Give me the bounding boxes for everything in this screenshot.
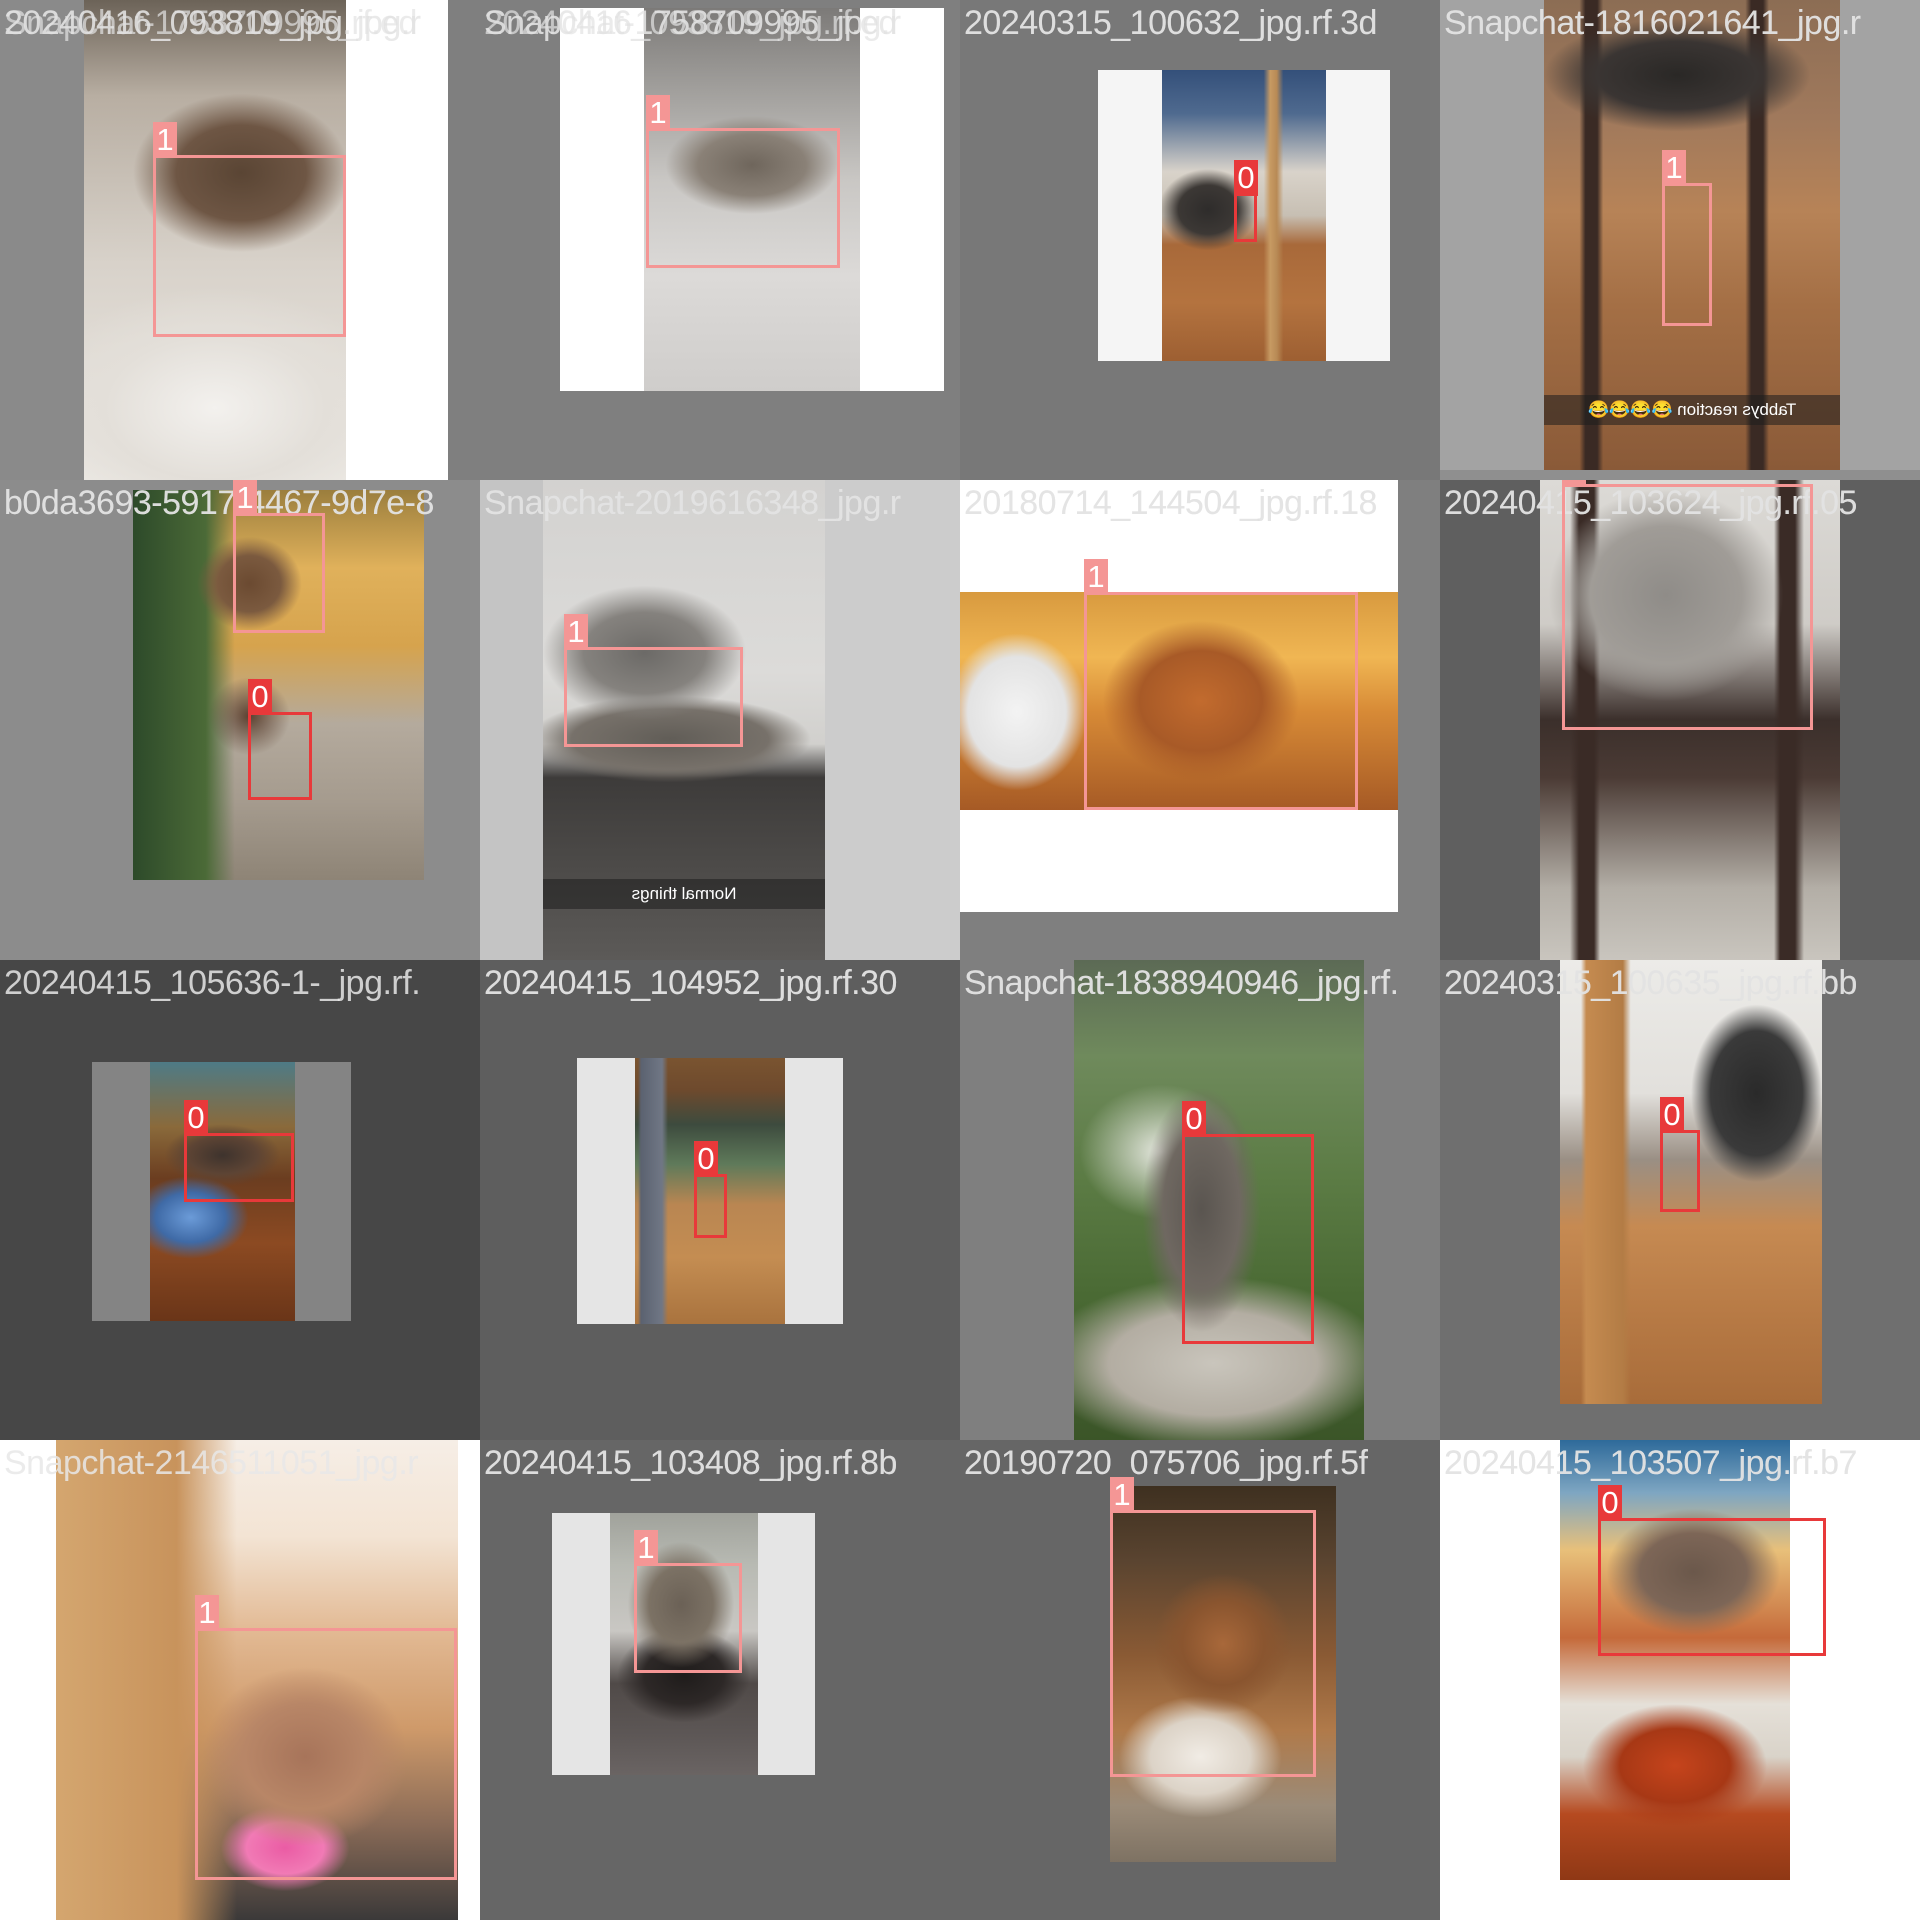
letterbox-bar <box>346 0 448 480</box>
bounding-box: 1 <box>233 480 325 633</box>
class-label: 1 <box>1110 1477 1134 1513</box>
filename-label: 20240415_105636-1-_jpg.rf. <box>4 964 421 1002</box>
letterbox-bar <box>295 1062 351 1321</box>
mosaic-tile: 20240415_103624_jpg.rf.05 20240415_10362… <box>1440 480 1920 960</box>
class-label: 1 <box>233 480 257 516</box>
bounding-box: 0 <box>1182 1101 1314 1344</box>
class-label: 0 <box>1182 1101 1206 1137</box>
mosaic-tile: 20240416_093819_jpg.rf.ed Snapchat-17587… <box>0 0 480 480</box>
class-label: 0 <box>184 1100 208 1136</box>
mosaic-tile: 20240415_104952_jpg.rf.30 20240415_10495… <box>480 960 960 1440</box>
mosaic-tile: 20190720_075706_jpg.rf.5f 20190720_07570… <box>960 1440 1440 1920</box>
mosaic-tile: Snapchat-1838940946_jpg.rf. Snapchat-183… <box>960 960 1440 1440</box>
bounding-box: 0 <box>248 679 312 800</box>
class-label: 0 <box>1660 1097 1684 1133</box>
class-label: 1 <box>153 122 177 158</box>
mosaic-tile: 20240415_103408_jpg.rf.8b 20240415_10340… <box>480 1440 960 1920</box>
letterbox-bar <box>1456 1440 1576 1880</box>
class-label: 1 <box>634 1530 658 1566</box>
class-label: 0 <box>1598 1485 1622 1521</box>
bounding-box: 1 <box>1110 1477 1316 1777</box>
bounding-box: 0 <box>1598 1485 1826 1656</box>
bounding-box: 1 <box>1084 559 1358 810</box>
mosaic-tile: Snapchat-2146511051_jpg.r 1 <box>0 1440 480 1920</box>
mosaic-tile: b0da3693-5917-4467-9d7e-8 b0da3693-5917-… <box>0 480 480 960</box>
letterbox-bar <box>758 1513 815 1775</box>
filename-label: 20240415_103408_jpg.rf.8b <box>484 1444 897 1482</box>
bounding-box: 0 <box>1660 1097 1700 1212</box>
mosaic-tile: Snapchat-1758709995_jpg.r 20240416_09381… <box>480 0 960 480</box>
letterbox-bar <box>560 8 644 391</box>
filename-label: 20190720_075706_jpg.rf.5f <box>964 1444 1368 1482</box>
mosaic-tile: 20240315_100632_jpg.rf.3d 20240315_10063… <box>960 0 1440 480</box>
class-label: 0 <box>694 1141 718 1177</box>
mosaic-tile: Normal things Snapchat-2019616348_jpg.r … <box>480 480 960 960</box>
letterbox-bar <box>860 8 944 391</box>
snapchat-caption: Tabbys reaction 😂😂😂😂 <box>1544 395 1840 425</box>
bounding-box: 1 <box>646 95 840 268</box>
bounding-box: 0 <box>1234 160 1258 242</box>
photo <box>1560 1440 1790 1880</box>
bounding-box: 1 <box>153 122 346 337</box>
mosaic-tile: 20240315_100635_jpg.rf.bb 20240315_10063… <box>1440 960 1920 1440</box>
bounding-box: 1 <box>564 614 743 747</box>
mosaic-tile: 20240415_103507_jpg.rf.b7 20240415_10350… <box>1440 1440 1920 1920</box>
letterbox-bar <box>0 0 84 480</box>
bounding-box: 0 <box>694 1141 727 1238</box>
bounding-box: 1 <box>195 1595 457 1880</box>
letterbox-bar <box>960 810 1398 912</box>
letterbox-bar <box>1326 70 1390 361</box>
letterbox-bar <box>552 1513 610 1775</box>
mosaic-tile: 20180714_144504_jpg.rf.18 20180714_14450… <box>960 480 1440 960</box>
bounding-box: 1 <box>634 1530 742 1673</box>
filename-label: 20240415_104952_jpg.rf.30 <box>484 964 897 1002</box>
class-label: 1 <box>564 614 588 650</box>
class-label: 1 <box>195 1595 219 1631</box>
letterbox-bar <box>480 480 543 960</box>
filename-label: 20240415_103408_jpg.rf.8b <box>484 1444 897 1482</box>
filename-label: 20190720_075706_jpg.rf.5f <box>964 1444 1368 1482</box>
bounding-box: 1 <box>1662 150 1712 326</box>
mosaic-grid: 20240416_093819_jpg.rf.ed Snapchat-17587… <box>0 0 1920 1920</box>
class-label: 1 <box>1662 150 1686 186</box>
mosaic-tile: 20240415_105636-1-_jpg.rf. 0 <box>0 960 480 1440</box>
filename-label: 20240315_100632_jpg.rf.3d <box>964 4 1377 42</box>
letterbox-bar <box>92 1062 150 1321</box>
letterbox-bar <box>825 480 960 960</box>
letterbox-bar <box>577 1058 635 1324</box>
class-label: 1 <box>646 95 670 131</box>
bounding-box: 0 <box>184 1100 294 1202</box>
class-label: 0 <box>248 679 272 715</box>
mosaic-tile: Tabbys reaction 😂😂😂😂 Snapchat-1816021641… <box>1440 0 1920 480</box>
class-label: 1 <box>1084 559 1108 595</box>
class-label: 1 <box>1562 480 1586 487</box>
bounding-box: 1 <box>1562 480 1813 730</box>
letterbox-bar <box>785 1058 843 1324</box>
class-label: 0 <box>1234 160 1258 196</box>
filename-label: 20240415_104952_jpg.rf.30 <box>484 964 897 1002</box>
letterbox-bar <box>1098 70 1162 361</box>
letterbox-bar <box>960 480 1398 592</box>
snapchat-caption: Normal things <box>543 879 825 909</box>
letterbox-bar <box>1440 470 1920 480</box>
filename-label: 20240315_100632_jpg.rf.3d <box>964 4 1377 42</box>
